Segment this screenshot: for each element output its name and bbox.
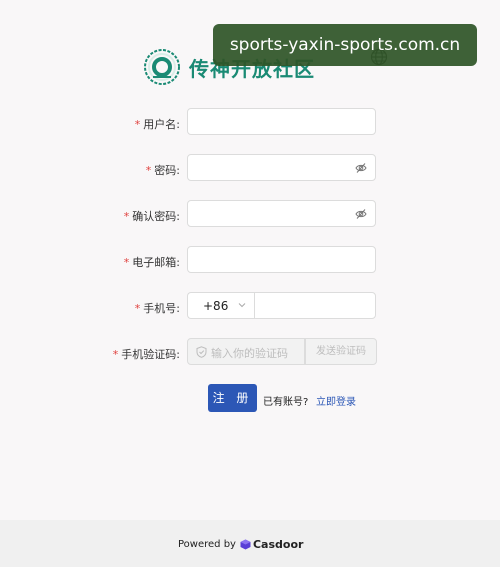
eye-invisible-icon[interactable] (355, 208, 367, 220)
confirm-password-label: * 确认密码: (124, 208, 180, 224)
phone-label-text: 手机号: (143, 302, 180, 315)
username-field[interactable] (187, 108, 376, 135)
signup-page: 传神开放社区 sports-yaxin-sports.com.cn * 用户名: … (0, 0, 500, 567)
email-label-text: 电子邮箱: (132, 256, 180, 269)
brand-logo-icon (144, 49, 180, 85)
login-link[interactable]: 立即登录 (316, 393, 356, 408)
phone-label: * 手机号: (135, 300, 180, 316)
powered-by-text: Powered by (178, 539, 236, 550)
confirm-password-field[interactable] (187, 200, 376, 227)
phone-number-input[interactable] (255, 293, 371, 318)
verification-code-field[interactable]: 输入你的验证码 (187, 338, 305, 365)
required-mark: * (134, 302, 141, 315)
password-input[interactable] (188, 155, 364, 180)
casdoor-link[interactable]: Casdoor (253, 538, 303, 551)
email-input[interactable] (188, 247, 364, 272)
confirm-password-label-text: 确认密码: (132, 210, 180, 223)
footer: Powered by Casdoor (0, 520, 500, 567)
username-label-text: 用户名: (143, 118, 180, 131)
password-field[interactable] (187, 154, 376, 181)
verification-code-label-text: 手机验证码: (121, 348, 180, 361)
username-label: * 用户名: (135, 116, 180, 132)
have-account-text: 已有账号? (263, 397, 309, 408)
register-button[interactable]: 注 册 (208, 384, 257, 412)
email-label: * 电子邮箱: (124, 254, 180, 270)
username-input[interactable] (188, 109, 364, 134)
watermark-overlay: sports-yaxin-sports.com.cn (213, 24, 477, 66)
required-mark: * (112, 348, 119, 361)
country-code-select[interactable]: +86 (187, 292, 254, 319)
powered-by: Powered by Casdoor (178, 538, 303, 551)
confirm-password-input[interactable] (188, 201, 364, 226)
required-mark: * (134, 118, 141, 131)
password-label: * 密码: (146, 162, 180, 178)
password-label-text: 密码: (154, 164, 180, 177)
send-code-button[interactable]: 发送验证码 (305, 338, 377, 365)
verification-code-label: * 手机验证码: (113, 346, 180, 362)
eye-invisible-icon[interactable] (355, 162, 367, 174)
phone-number-field[interactable] (254, 292, 376, 319)
required-mark: * (123, 210, 130, 223)
verification-code-placeholder: 输入你的验证码 (211, 347, 288, 360)
safety-shield-icon (196, 346, 207, 358)
email-field[interactable] (187, 246, 376, 273)
chevron-down-icon (238, 303, 246, 308)
country-code-value: +86 (203, 299, 229, 313)
required-mark: * (123, 256, 130, 269)
casdoor-logo-icon (240, 539, 251, 550)
required-mark: * (145, 164, 152, 177)
